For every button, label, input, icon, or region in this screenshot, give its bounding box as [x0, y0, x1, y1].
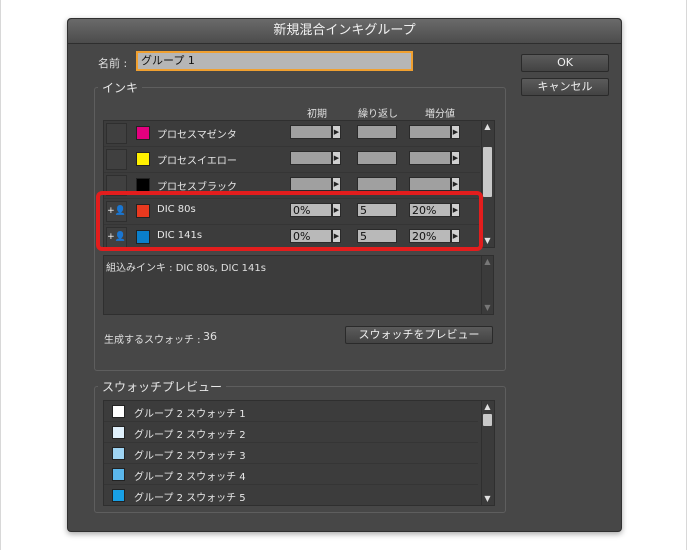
swatch-preview-item[interactable]: グループ 2 スウォッチ 1 [104, 401, 478, 422]
swatch-preview-list: グループ 2 スウォッチ 1 グループ 2 スウォッチ 2 グループ 2 スウォ… [103, 400, 495, 506]
included-inks-text: 組込みインキ : DIC 80s, DIC 141s [106, 263, 266, 274]
swatch-name: グループ 2 スウォッチ 2 [134, 430, 246, 441]
initial-stepper: ▶ [332, 125, 341, 139]
swatch-name: グループ 2 スウォッチ 5 [134, 493, 246, 504]
swatch-name: グループ 2 スウォッチ 1 [134, 409, 246, 420]
name-input[interactable]: グループ 1 [136, 51, 413, 71]
initial-field [290, 125, 332, 139]
ink-row-magenta[interactable]: プロセスマゼンタ ▶ ▶ [104, 121, 480, 147]
swatch-color-chip [112, 447, 125, 460]
swatch-preview-item[interactable]: グループ 2 スウォッチ 4 [104, 464, 478, 485]
cancel-button[interactable]: キャンセル [521, 78, 609, 96]
swatch-color-chip [112, 426, 125, 439]
initial-stepper: ▶ [332, 177, 341, 191]
repeat-field [357, 177, 397, 191]
increment-field [409, 151, 451, 165]
ink-swatch-black [136, 178, 150, 192]
swatch-name: グループ 2 スウォッチ 3 [134, 451, 246, 462]
scroll-up-icon[interactable]: ▲ [482, 401, 493, 412]
scroll-down-icon: ▼ [484, 303, 491, 312]
initial-stepper: ▶ [332, 151, 341, 165]
dialog-title: 新規混合インキグループ [68, 19, 621, 44]
scroll-down-icon[interactable]: ▼ [482, 493, 493, 504]
initial-field [290, 151, 332, 165]
swatch-count-value: 36 [203, 330, 217, 343]
swatch-preview-item[interactable]: グループ 2 スウォッチ 5 [104, 485, 478, 505]
increment-field [409, 177, 451, 191]
included-inks-scrollbar: ▲ ▼ [481, 256, 493, 314]
swatch-color-chip [112, 468, 125, 481]
scroll-thumb[interactable] [483, 414, 492, 426]
scroll-up-icon: ▲ [484, 257, 491, 266]
preview-swatches-button[interactable]: スウォッチをプレビュー [345, 326, 493, 344]
repeat-field [357, 125, 397, 139]
highlight-rectangle [96, 191, 483, 251]
ink-toggle-box[interactable] [106, 123, 127, 144]
swatch-count-label: 生成するスウォッチ : [104, 335, 201, 346]
ink-swatch-yellow [136, 152, 150, 166]
ink-swatch-magenta [136, 126, 150, 140]
scroll-down-icon[interactable]: ▼ [482, 235, 493, 246]
increment-stepper: ▶ [451, 125, 460, 139]
page-left-border [0, 0, 1, 550]
increment-stepper: ▶ [451, 177, 460, 191]
swatch-preview-item[interactable]: グループ 2 スウォッチ 2 [104, 422, 478, 443]
repeat-field [357, 151, 397, 165]
scroll-up-icon[interactable]: ▲ [482, 121, 493, 132]
swatch-name: グループ 2 スウォッチ 4 [134, 472, 246, 483]
ink-row-yellow[interactable]: プロセスイエロー ▶ ▶ [104, 147, 480, 173]
column-header-initial: 初期 [307, 109, 327, 120]
increment-stepper: ▶ [451, 151, 460, 165]
swatch-preview-item[interactable]: グループ 2 スウォッチ 3 [104, 443, 478, 464]
ok-button[interactable]: OK [521, 54, 609, 72]
swatch-color-chip [112, 405, 125, 418]
ink-name: プロセスイエロー [157, 156, 237, 167]
initial-field [290, 177, 332, 191]
name-label: 名前 : [98, 57, 128, 70]
column-header-increment: 増分値 [425, 109, 455, 120]
ink-toggle-box[interactable] [106, 149, 127, 170]
ink-group-title: インキ [98, 79, 143, 96]
increment-field [409, 125, 451, 139]
included-inks-box: 組込みインキ : DIC 80s, DIC 141s ▲ ▼ [103, 255, 494, 315]
swatch-preview-scrollbar[interactable]: ▲ ▼ [481, 401, 494, 505]
new-mixed-ink-group-dialog: 新規混合インキグループ 名前 : グループ 1 OK キャンセル インキ 初期 … [67, 18, 622, 532]
ink-name: プロセスマゼンタ [157, 130, 237, 141]
column-header-repeat: 繰り返し [358, 109, 398, 120]
scroll-thumb[interactable] [483, 147, 492, 197]
swatch-color-chip [112, 489, 125, 502]
swatch-preview-title: スウォッチプレビュー [98, 378, 227, 395]
